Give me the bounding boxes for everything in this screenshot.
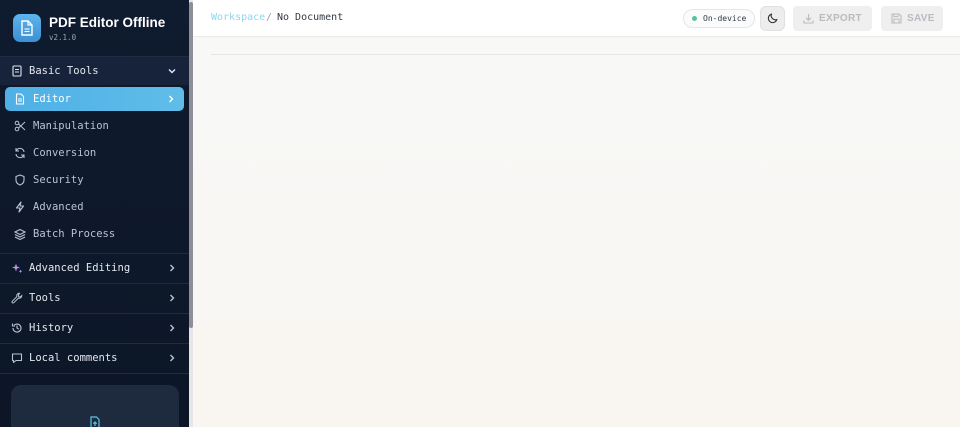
section-history[interactable]: History [0, 314, 189, 342]
sidebar-item-editor[interactable]: Editor [5, 87, 184, 111]
sidebar-item-advanced[interactable]: Advanced [5, 195, 184, 219]
sidebar-item-manipulation[interactable]: Manipulation [5, 114, 184, 138]
top-bar: Workspace / No Document On-device EXPORT… [193, 0, 960, 37]
moon-icon [767, 9, 779, 28]
chevron-down-icon [167, 66, 177, 79]
breadcrumb-document: No Document [277, 12, 344, 23]
sidebar: PDF Editor Offline v2.1.0 Basic Tools Ed… [0, 0, 189, 427]
document-icon [11, 65, 23, 77]
chevron-right-icon [167, 293, 177, 306]
save-label: SAVE [907, 13, 935, 24]
sidebar-item-label: Conversion [33, 147, 97, 159]
section-label: History [29, 322, 74, 334]
app-title: PDF Editor Offline [49, 14, 166, 30]
export-button[interactable]: EXPORT [793, 6, 872, 31]
sidebar-item-batch-process[interactable]: Batch Process [5, 222, 184, 246]
save-icon [891, 13, 902, 24]
chevron-right-icon [167, 353, 177, 366]
chevron-right-icon [166, 94, 176, 107]
section-basic-tools[interactable]: Basic Tools [0, 57, 189, 85]
divider [0, 373, 189, 374]
upload-dropzone[interactable] [11, 385, 179, 427]
comment-icon [11, 352, 23, 364]
status-dot-icon [692, 16, 697, 21]
download-icon [803, 13, 814, 24]
sidebar-item-label: Editor [33, 93, 71, 105]
save-button[interactable]: SAVE [881, 6, 943, 31]
section-advanced-editing[interactable]: Advanced Editing [0, 254, 189, 282]
sidebar-item-label: Security [33, 174, 84, 186]
status-label: On-device [703, 14, 747, 23]
theme-toggle-button[interactable] [760, 6, 785, 31]
shield-icon [14, 174, 26, 186]
breadcrumb-workspace[interactable]: Workspace [211, 12, 265, 23]
chevron-right-icon [167, 323, 177, 336]
lightning-icon [14, 201, 26, 213]
sidebar-item-conversion[interactable]: Conversion [5, 141, 184, 165]
layers-icon [14, 228, 26, 240]
app-logo-icon [13, 14, 41, 42]
breadcrumb-separator: / [266, 12, 273, 23]
chevron-right-icon [167, 263, 177, 276]
sidebar-item-label: Batch Process [33, 228, 116, 240]
section-label: Local comments [29, 352, 118, 364]
section-tools[interactable]: Tools [0, 284, 189, 312]
scissors-icon [14, 120, 26, 132]
history-icon [11, 322, 23, 334]
brand: PDF Editor Offline v2.1.0 [13, 14, 165, 42]
file-icon [14, 93, 26, 105]
section-local-comments[interactable]: Local comments [0, 344, 189, 372]
sparkles-icon [11, 262, 23, 274]
main-content [193, 38, 960, 427]
sidebar-item-label: Advanced [33, 201, 84, 213]
export-label: EXPORT [819, 13, 862, 24]
sidebar-item-security[interactable]: Security [5, 168, 184, 192]
section-label: Tools [29, 292, 61, 304]
app-version: v2.1.0 [49, 32, 77, 42]
refresh-icon [14, 147, 26, 159]
wrench-icon [11, 292, 23, 304]
file-upload-icon [88, 415, 102, 427]
sidebar-item-label: Manipulation [33, 120, 109, 132]
status-badge: On-device [683, 9, 756, 28]
section-label: Basic Tools [29, 65, 99, 77]
content-divider [211, 54, 960, 55]
section-label: Advanced Editing [29, 262, 131, 274]
